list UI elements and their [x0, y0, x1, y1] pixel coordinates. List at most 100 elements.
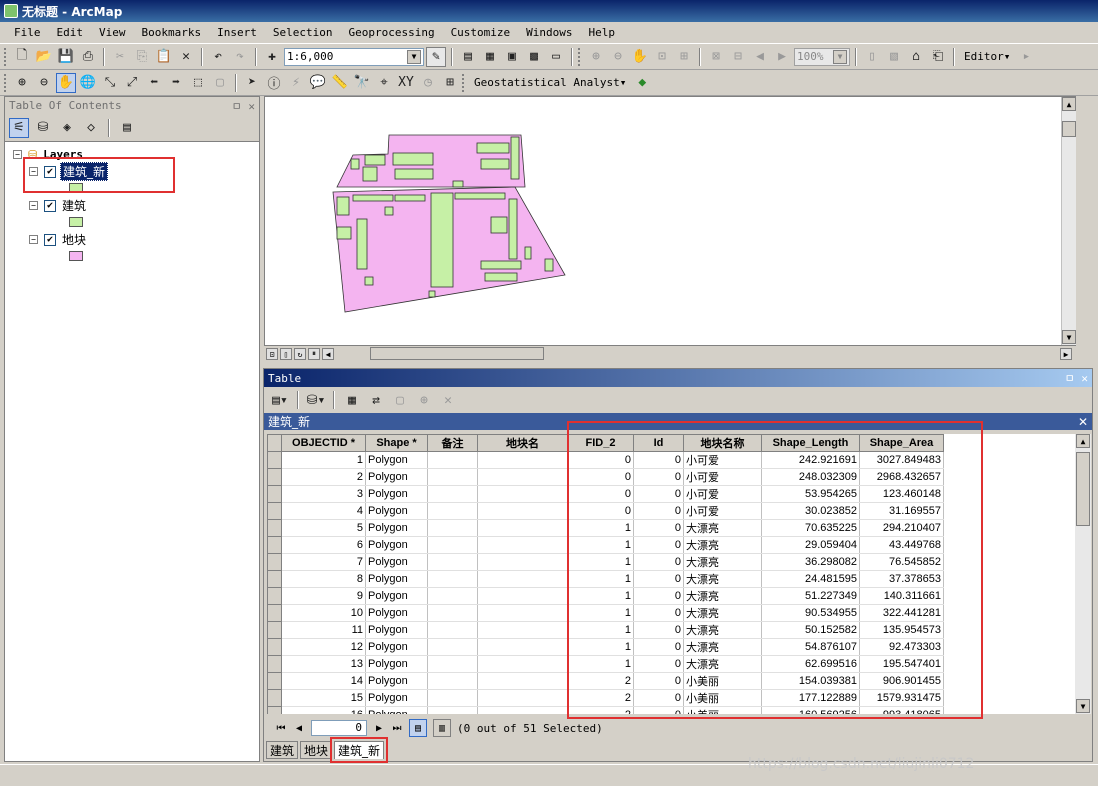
next-record-icon[interactable]: ▶	[373, 723, 385, 734]
table-cell[interactable]: 4	[281, 502, 366, 520]
select-by-attributes-icon[interactable]: ▦	[342, 390, 362, 410]
fixed-zoom-out-icon[interactable]: ⤢	[122, 73, 142, 93]
row-selector[interactable]	[267, 587, 282, 605]
fixed-zoom-out-icon[interactable]: ⊟	[728, 47, 748, 67]
row-selector[interactable]	[267, 451, 282, 469]
table-cell[interactable]: Polygon	[365, 502, 428, 520]
table-cell[interactable]	[477, 570, 568, 588]
save-icon[interactable]: 💾	[56, 47, 76, 67]
search-window-icon[interactable]: ▣	[502, 47, 522, 67]
close-table-icon[interactable]: ✕	[1078, 415, 1088, 429]
map-canvas[interactable]	[265, 97, 1077, 347]
row-selector-header[interactable]	[267, 434, 282, 452]
toolbar-grip[interactable]	[462, 73, 465, 92]
scroll-up-icon[interactable]: ▲	[1076, 434, 1090, 448]
column-header[interactable]: 地块名	[477, 434, 568, 452]
layer-visibility-checkbox[interactable]: ✔	[44, 199, 56, 212]
table-cell[interactable]	[427, 621, 478, 639]
menu-bookmarks[interactable]: Bookmarks	[134, 26, 210, 39]
table-cell[interactable]: 12	[281, 638, 366, 656]
pan-icon[interactable]: ✋	[56, 72, 76, 93]
tab-jianzhu[interactable]: 建筑	[266, 741, 299, 759]
table-cell[interactable]	[477, 485, 568, 503]
data-driven-pages-icon[interactable]: ⎗	[928, 47, 948, 67]
python-icon[interactable]: ▭	[546, 47, 566, 67]
table-cell[interactable]: Polygon	[365, 570, 428, 588]
redo-icon[interactable]: ↷	[230, 47, 250, 67]
last-record-icon[interactable]: ⏭	[391, 723, 403, 734]
scroll-right-icon[interactable]: ▶	[1060, 348, 1072, 360]
go-forward-icon[interactable]: ➡	[166, 73, 186, 93]
row-selector[interactable]	[267, 638, 282, 656]
toolbar-grip[interactable]	[4, 73, 7, 92]
clear-selection-icon[interactable]: ▢	[210, 73, 230, 93]
table-cell[interactable]	[427, 689, 478, 707]
table-cell[interactable]	[477, 536, 568, 554]
table-cell[interactable]: Polygon	[365, 587, 428, 605]
editor-toolbar-icon[interactable]: ✎	[426, 46, 446, 67]
map-vertical-scrollbar[interactable]: ▲ ▼	[1061, 97, 1076, 345]
table-cell[interactable]	[477, 655, 568, 673]
table-cell[interactable]	[477, 553, 568, 571]
table-cell[interactable]: Polygon	[365, 689, 428, 707]
table-cell[interactable]: 16	[281, 706, 366, 714]
toc-options-icon[interactable]: ▤	[117, 118, 137, 138]
print-icon[interactable]: ⎙	[78, 47, 98, 67]
table-cell[interactable]: Polygon	[365, 536, 428, 554]
menu-insert[interactable]: Insert	[209, 26, 265, 39]
table-cell[interactable]	[427, 468, 478, 486]
clear-selection-icon[interactable]: ▢	[390, 390, 410, 410]
previous-extent-icon[interactable]: ◀	[750, 47, 770, 67]
table-cell[interactable]: 1	[281, 451, 366, 469]
table-cell[interactable]: Polygon	[365, 638, 428, 656]
layer-item[interactable]: − ✔ 建筑	[13, 197, 259, 214]
table-cell[interactable]: 5	[281, 519, 366, 537]
layout-zoom-out-icon[interactable]: ⊖	[608, 47, 628, 67]
list-by-selection-icon[interactable]: ◇	[81, 118, 101, 138]
table-cell[interactable]	[427, 553, 478, 571]
table-cell[interactable]	[477, 519, 568, 537]
paste-icon[interactable]: 📋	[154, 47, 174, 67]
table-cell[interactable]	[477, 451, 568, 469]
show-selected-records-icon[interactable]: ▥	[433, 719, 451, 737]
layout-view-icon[interactable]: ▯	[280, 348, 292, 360]
scroll-thumb[interactable]	[1062, 121, 1076, 137]
switch-selection-icon[interactable]: ⇄	[366, 390, 386, 410]
menu-selection[interactable]: Selection	[265, 26, 341, 39]
geostatistical-wizard-icon[interactable]: ◆	[632, 73, 652, 93]
table-cell[interactable]	[427, 604, 478, 622]
measure-icon[interactable]: 📏	[330, 73, 350, 93]
table-cell[interactable]: 2	[281, 468, 366, 486]
new-icon[interactable]: 🗋	[12, 47, 32, 67]
row-selector[interactable]	[267, 672, 282, 690]
delete-icon[interactable]: ✕	[176, 47, 196, 67]
table-cell[interactable]	[477, 604, 568, 622]
zoom-whole-page-icon[interactable]: ⊡	[652, 47, 672, 67]
column-header[interactable]: OBJECTID *	[281, 434, 366, 452]
table-cell[interactable]: Polygon	[365, 672, 428, 690]
toolbar-grip[interactable]	[4, 47, 7, 66]
table-cell[interactable]	[477, 638, 568, 656]
table-cell[interactable]	[427, 672, 478, 690]
editor-menu[interactable]: Editor▾	[960, 50, 1014, 63]
overflow-arrow-icon[interactable]: ▸	[1016, 47, 1036, 67]
fixed-zoom-in-icon[interactable]: ⤡	[100, 73, 120, 93]
zoom-100-icon[interactable]: ⊞	[674, 47, 694, 67]
toc-pin-close[interactable]: ㅁ ✕	[232, 98, 255, 114]
table-cell[interactable]: Polygon	[365, 706, 428, 714]
open-icon[interactable]: 📂	[34, 47, 54, 67]
row-selector[interactable]	[267, 706, 282, 714]
table-cell[interactable]: 9	[281, 587, 366, 605]
layer-visibility-checkbox[interactable]: ✔	[44, 233, 56, 246]
row-selector[interactable]	[267, 604, 282, 622]
table-cell[interactable]	[427, 655, 478, 673]
tab-dikuai[interactable]: 地块	[300, 741, 333, 759]
table-cell[interactable]	[427, 638, 478, 656]
layout-zoom-combo[interactable]: 100% ▼	[794, 47, 850, 66]
undo-icon[interactable]: ↶	[208, 47, 228, 67]
table-cell[interactable]: 7	[281, 553, 366, 571]
layer-item[interactable]: − ✔ 地块	[13, 231, 259, 248]
table-cell[interactable]	[427, 519, 478, 537]
table-cell[interactable]: 13	[281, 655, 366, 673]
find-icon[interactable]: 🔭	[352, 73, 372, 93]
